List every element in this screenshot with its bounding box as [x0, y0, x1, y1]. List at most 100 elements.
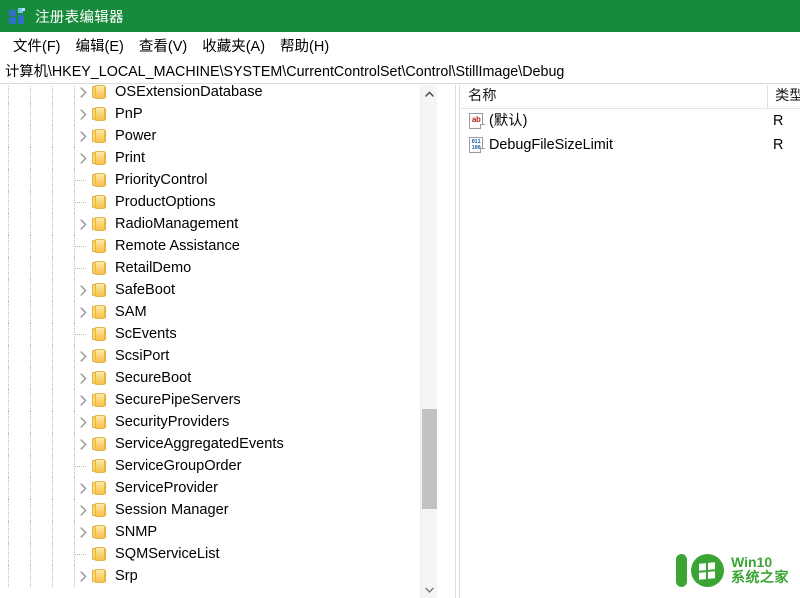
- chevron-right-icon[interactable]: [74, 521, 92, 543]
- tree-row[interactable]: SQMServiceList: [0, 543, 437, 565]
- registry-values-pane: 名称类型 ab(默认) R 011100DebugFileSizeLimit R: [461, 85, 800, 598]
- folder-icon: [92, 371, 107, 385]
- content-panes: OSExtensionDatabase PnP Power Print Priority…: [0, 85, 800, 598]
- folder-icon: [92, 217, 107, 231]
- tree-item-label: PriorityControl: [115, 172, 208, 188]
- tree-item-label: SecureBoot: [115, 370, 192, 386]
- tree-row[interactable]: SNMP: [0, 521, 437, 543]
- folder-icon: [92, 547, 107, 561]
- tree-row[interactable]: ProductOptions: [0, 191, 437, 213]
- tree-item-label: Remote Assistance: [115, 238, 240, 254]
- tree-item-label: SNMP: [115, 524, 158, 540]
- folder-icon: [92, 393, 107, 407]
- tree-row[interactable]: ServiceProvider: [0, 477, 437, 499]
- scroll-down-button[interactable]: [421, 581, 437, 598]
- folder-icon: [92, 173, 107, 187]
- tree-row[interactable]: PnP: [0, 103, 437, 125]
- folder-icon: [92, 305, 107, 319]
- tree-item-label: RetailDemo: [115, 260, 192, 276]
- folder-icon: [92, 569, 107, 583]
- tree-row[interactable]: ServiceAggregatedEvents: [0, 433, 437, 455]
- value-row[interactable]: ab (默认) R: [461, 109, 800, 133]
- folder-icon: [92, 503, 107, 517]
- folder-icon: [92, 349, 107, 363]
- tree-row[interactable]: OSExtensionDatabase: [0, 85, 437, 103]
- chevron-right-icon[interactable]: [74, 477, 92, 499]
- chevron-right-icon[interactable]: [74, 499, 92, 521]
- chevron-right-icon[interactable]: [74, 213, 92, 235]
- tree-row[interactable]: ScEvents: [0, 323, 437, 345]
- leaf-connector: [74, 466, 86, 467]
- tree-row[interactable]: SecurePipeServers: [0, 389, 437, 411]
- value-type: R: [773, 137, 784, 153]
- window-title: 注册表编辑器: [35, 9, 124, 26]
- tree-item-label: PnP: [115, 106, 143, 122]
- tree-row[interactable]: RetailDemo: [0, 257, 437, 279]
- tree-item-label: SecurityProviders: [115, 414, 230, 430]
- address-bar[interactable]: 计算机\HKEY_LOCAL_MACHINE\SYSTEM\CurrentCon…: [0, 58, 800, 84]
- chevron-right-icon[interactable]: [74, 411, 92, 433]
- tree-item-label: Session Manager: [115, 502, 229, 518]
- menu-item-5[interactable]: 帮助(H): [273, 33, 337, 58]
- chevron-right-icon[interactable]: [74, 85, 92, 103]
- value-name: (默认): [489, 113, 528, 129]
- chevron-right-icon[interactable]: [74, 565, 92, 587]
- tree-row[interactable]: RadioManagement: [0, 213, 437, 235]
- tree-row[interactable]: Remote Assistance: [0, 235, 437, 257]
- chevron-right-icon[interactable]: [74, 367, 92, 389]
- tree-vertical-scrollbar[interactable]: [420, 85, 437, 598]
- tree-row[interactable]: SafeBoot: [0, 279, 437, 301]
- folder-icon: [92, 107, 107, 121]
- tree-item-label: ServiceProvider: [115, 480, 219, 496]
- scrollbar-thumb[interactable]: [422, 409, 437, 509]
- pane-splitter[interactable]: [455, 85, 460, 598]
- scroll-up-button[interactable]: [421, 85, 437, 102]
- chevron-right-icon[interactable]: [74, 125, 92, 147]
- tree-row[interactable]: Session Manager: [0, 499, 437, 521]
- tree-item-label: SAM: [115, 304, 147, 320]
- menu-item-4[interactable]: 收藏夹(A): [195, 33, 273, 58]
- tree-row[interactable]: SecureBoot: [0, 367, 437, 389]
- tree-row[interactable]: ScsiPort: [0, 345, 437, 367]
- folder-icon: [92, 151, 107, 165]
- menu-item-1[interactable]: 文件(F): [6, 33, 69, 58]
- tree-row[interactable]: Power: [0, 125, 437, 147]
- value-type: R: [773, 113, 784, 129]
- tree-row[interactable]: SecurityProviders: [0, 411, 437, 433]
- pane-gap: [437, 85, 455, 598]
- chevron-right-icon[interactable]: [74, 389, 92, 411]
- tree-row[interactable]: SAM: [0, 301, 437, 323]
- folder-icon: [92, 283, 107, 297]
- value-row[interactable]: 011 100 DebugFileSizeLimit R: [461, 133, 800, 157]
- dword-value-icon: 011 100: [469, 137, 485, 153]
- tree-row[interactable]: Srp: [0, 565, 437, 587]
- registry-editor-icon: [9, 7, 26, 25]
- menu-item-2[interactable]: 编辑(E): [69, 33, 132, 58]
- folder-icon: [92, 85, 107, 99]
- chevron-right-icon[interactable]: [74, 103, 92, 125]
- folder-icon: [92, 239, 107, 253]
- tree-row[interactable]: Print: [0, 147, 437, 169]
- leaf-connector: [74, 268, 86, 269]
- menu-item-3[interactable]: 查看(V): [132, 33, 195, 58]
- tree-item-label: OSExtensionDatabase: [115, 85, 263, 100]
- chevron-right-icon[interactable]: [74, 433, 92, 455]
- chevron-right-icon[interactable]: [74, 345, 92, 367]
- chevron-right-icon[interactable]: [74, 147, 92, 169]
- tree-list: OSExtensionDatabase PnP Power Print Priority…: [0, 85, 437, 587]
- tree-row[interactable]: PriorityControl: [0, 169, 437, 191]
- tree-item-label: SQMServiceList: [115, 546, 220, 562]
- folder-icon: [92, 415, 107, 429]
- tree-item-label: SafeBoot: [115, 282, 176, 298]
- values-list: ab (默认) R 011 100 DebugFileSizeLimit R: [461, 109, 800, 157]
- tree-row[interactable]: ServiceGroupOrder: [0, 455, 437, 477]
- chevron-right-icon[interactable]: [74, 279, 92, 301]
- chevron-right-icon[interactable]: [74, 301, 92, 323]
- folder-icon: [92, 459, 107, 473]
- column-header-name[interactable]: 名称: [461, 85, 767, 108]
- tree-item-label: ProductOptions: [115, 194, 216, 210]
- title-bar: 注册表编辑器: [0, 0, 800, 32]
- column-header-type[interactable]: 类型: [767, 85, 800, 108]
- values-column-header: 名称类型: [461, 85, 800, 109]
- registry-tree-pane: OSExtensionDatabase PnP Power Print Priority…: [0, 85, 437, 598]
